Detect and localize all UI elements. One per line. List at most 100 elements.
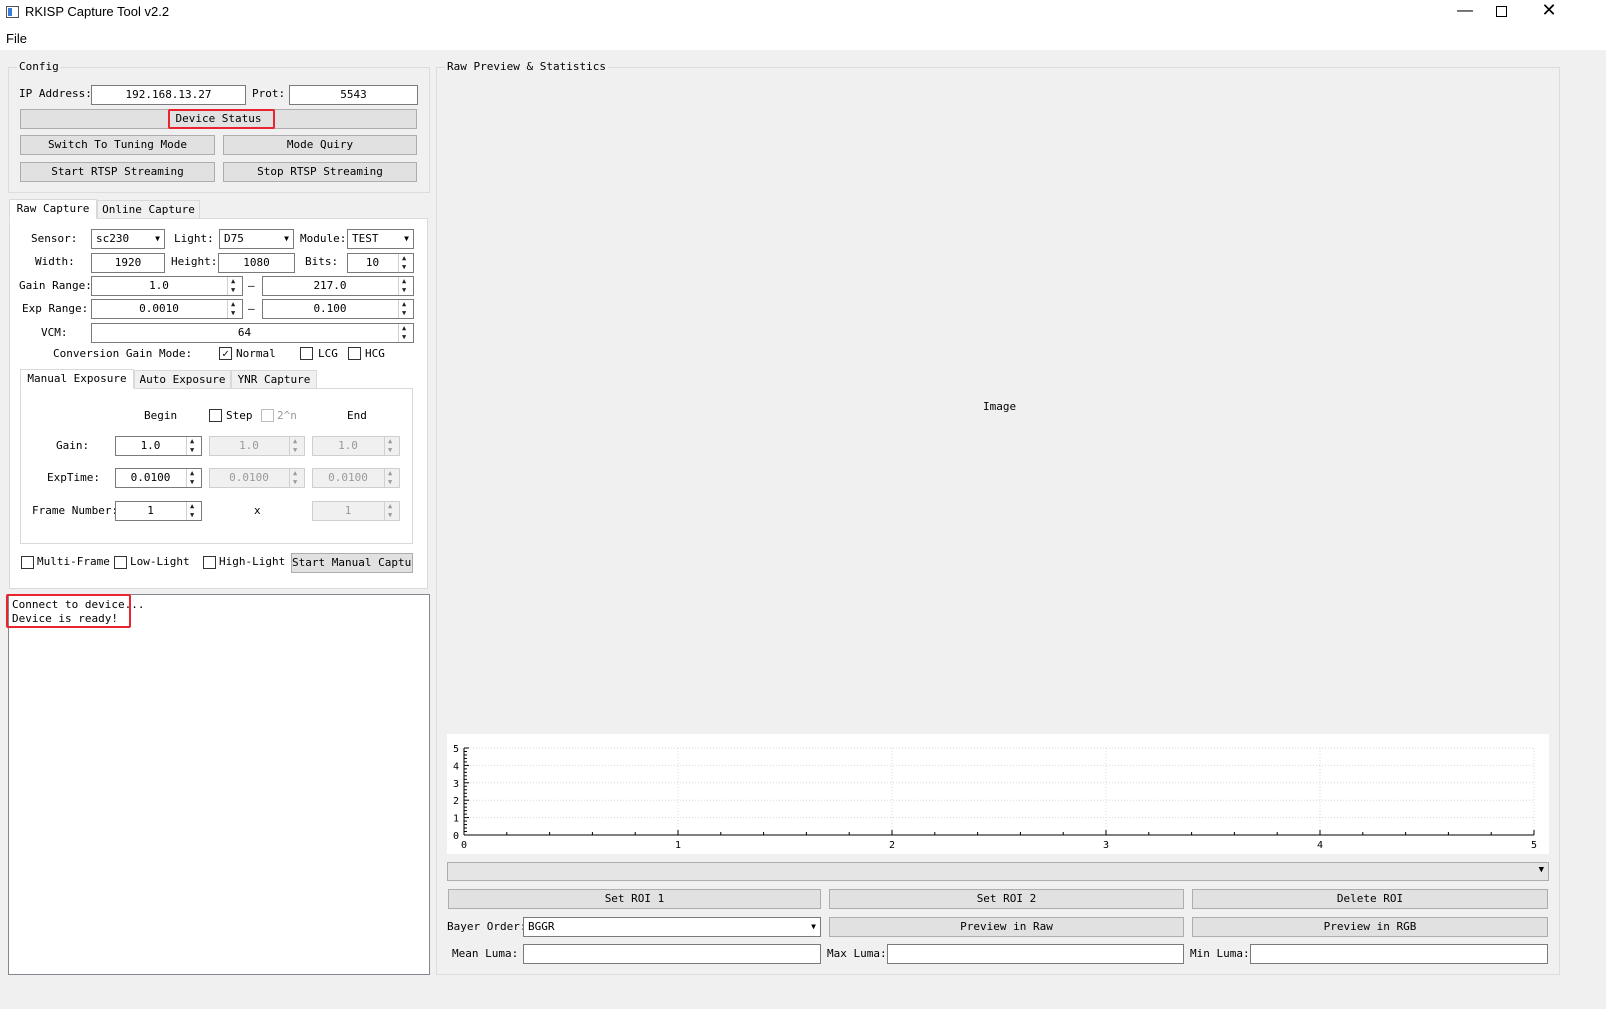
spin-arrows-icon[interactable]: ▲ ▼ (398, 277, 413, 295)
mode-quiry-button[interactable]: Mode Quiry (223, 135, 417, 155)
exp-min-value: 0.0010 (139, 302, 179, 315)
max-luma-field[interactable] (887, 944, 1184, 964)
width-input[interactable]: 1920 (91, 253, 165, 273)
sensor-select[interactable]: sc230 ▼ (91, 229, 165, 249)
preview-rgb-button[interactable]: Preview in RGB (1192, 917, 1548, 937)
gain-end-spinbox[interactable]: 1.0 ▲ ▼ (312, 436, 400, 456)
pow2-label: 2^n (277, 409, 297, 422)
min-luma-field[interactable] (1250, 944, 1548, 964)
normal-checkbox[interactable]: ✓ (219, 347, 232, 360)
app-icon (6, 6, 19, 18)
exp-range-label: Exp Range: (22, 302, 89, 315)
spin-arrows-icon: ▲ ▼ (384, 469, 399, 487)
lcg-label: LCG (318, 347, 338, 360)
frame-begin-value: 1 (147, 504, 154, 517)
gain-begin-spinbox[interactable]: 1.0 ▲ ▼ (115, 436, 202, 456)
frame-begin-spinbox[interactable]: 1 ▲ ▼ (115, 501, 202, 521)
menu-file[interactable]: File (6, 31, 27, 46)
bayer-value: BGGR (528, 920, 555, 933)
ip-input[interactable]: 192.168.13.27 (91, 85, 246, 105)
exp-step-spinbox[interactable]: 0.0100 ▲ ▼ (209, 468, 305, 488)
light-select[interactable]: D75 ▼ (219, 229, 294, 249)
exp-max-spinbox[interactable]: 0.100 ▲ ▼ (262, 299, 414, 319)
lcg-checkbox[interactable] (300, 347, 313, 360)
spin-arrows-icon[interactable]: ▲ ▼ (398, 324, 413, 342)
start-rtsp-button[interactable]: Start RTSP Streaming (20, 162, 215, 182)
hcg-checkbox[interactable] (348, 347, 361, 360)
preview-raw-button[interactable]: Preview in Raw (829, 917, 1184, 937)
light-label: Light: (174, 232, 214, 245)
spin-arrows-icon[interactable]: ▲ ▼ (186, 502, 201, 520)
port-input[interactable]: 5543 (289, 85, 418, 105)
exp-end-spinbox[interactable]: 0.0100 ▲ ▼ (312, 468, 400, 488)
gain-step-spinbox[interactable]: 1.0 ▲ ▼ (209, 436, 305, 456)
chevron-down-icon: ▼ (404, 234, 409, 243)
spin-arrows-icon[interactable]: ▲ ▼ (398, 300, 413, 318)
bayer-order-select[interactable]: BGGR ▼ (523, 917, 821, 937)
gain-end-value: 1.0 (338, 439, 358, 452)
log-line: Device is ready! (12, 612, 118, 625)
tab-ynr-capture[interactable]: YNR Capture (231, 370, 317, 390)
spin-arrows-icon[interactable]: ▲ ▼ (227, 300, 242, 318)
device-status-button[interactable]: Device Status (20, 109, 417, 129)
minimize-icon[interactable]: — (1450, 2, 1480, 22)
sensor-label: Sensor: (31, 232, 78, 245)
end-header: End (347, 409, 367, 422)
vcm-spinbox[interactable]: 64 ▲ ▼ (91, 323, 414, 343)
tab-raw-capture[interactable]: Raw Capture (9, 199, 97, 219)
roi-select[interactable]: ▼ (447, 862, 1549, 881)
exp-dash: — (248, 302, 255, 315)
spin-arrows-icon: ▲ ▼ (384, 437, 399, 455)
low-light-checkbox[interactable] (114, 556, 127, 569)
exp-begin-spinbox[interactable]: 0.0100 ▲ ▼ (115, 468, 202, 488)
module-select[interactable]: TEST ▼ (347, 229, 414, 249)
tab-auto-exposure[interactable]: Auto Exposure (134, 370, 231, 390)
spin-arrows-icon[interactable]: ▲ ▼ (186, 437, 201, 455)
bits-spinbox[interactable]: 10 ▲ ▼ (347, 253, 414, 273)
width-label: Width: (35, 255, 75, 268)
multi-frame-checkbox[interactable] (21, 556, 34, 569)
close-icon[interactable]: ✕ (1534, 0, 1564, 24)
x-tick-label: 1 (675, 840, 681, 851)
spin-arrows-icon[interactable]: ▲ ▼ (398, 254, 413, 272)
set-roi2-button[interactable]: Set ROI 2 (829, 889, 1184, 909)
high-light-checkbox[interactable] (203, 556, 216, 569)
chevron-down-icon: ▼ (284, 234, 289, 243)
height-input[interactable]: 1080 (218, 253, 295, 273)
vcm-value: 64 (237, 326, 252, 339)
tab-manual-exposure[interactable]: Manual Exposure (20, 369, 134, 389)
light-value: D75 (224, 232, 244, 245)
chart-background (447, 734, 1549, 854)
exp-step-value: 0.0100 (229, 471, 269, 484)
max-luma-label: Max Luma: (827, 947, 887, 960)
frame-x-label: x (254, 504, 261, 517)
pow2-checkbox[interactable] (261, 409, 274, 422)
low-light-label: Low-Light (130, 555, 190, 568)
step-label: Step (226, 409, 253, 422)
tab-online-capture[interactable]: Online Capture (97, 200, 200, 220)
gain-min-value: 1.0 (149, 279, 169, 292)
stop-rtsp-button[interactable]: Stop RTSP Streaming (223, 162, 417, 182)
module-value: TEST (352, 232, 379, 245)
module-label: Module: (300, 232, 347, 245)
hcg-label: HCG (365, 347, 385, 360)
frame-end-spinbox[interactable]: 1 ▲ ▼ (312, 501, 400, 521)
y-tick-label: 2 (453, 796, 459, 807)
gain-max-spinbox[interactable]: 217.0 ▲ ▼ (262, 276, 414, 296)
gain-dash: — (248, 279, 255, 292)
mean-luma-field[interactable] (523, 944, 821, 964)
spin-arrows-icon[interactable]: ▲ ▼ (186, 469, 201, 487)
exp-min-spinbox[interactable]: 0.0010 ▲ ▼ (91, 299, 243, 319)
maximize-icon[interactable] (1496, 6, 1507, 17)
window-title: RKISP Capture Tool v2.2 (25, 4, 170, 19)
exptime-label: ExpTime: (47, 471, 100, 484)
gain-min-spinbox[interactable]: 1.0 ▲ ▼ (91, 276, 243, 296)
switch-tuning-button[interactable]: Switch To Tuning Mode (20, 135, 215, 155)
start-manual-capture-button[interactable]: Start Manual Capture (291, 553, 413, 573)
set-roi1-button[interactable]: Set ROI 1 (448, 889, 821, 909)
delete-roi-button[interactable]: Delete ROI (1192, 889, 1548, 909)
bayer-order-label: Bayer Order: (447, 920, 527, 933)
step-checkbox[interactable] (209, 409, 222, 422)
spin-arrows-icon[interactable]: ▲ ▼ (227, 277, 242, 295)
frame-end-value: 1 (344, 504, 352, 517)
